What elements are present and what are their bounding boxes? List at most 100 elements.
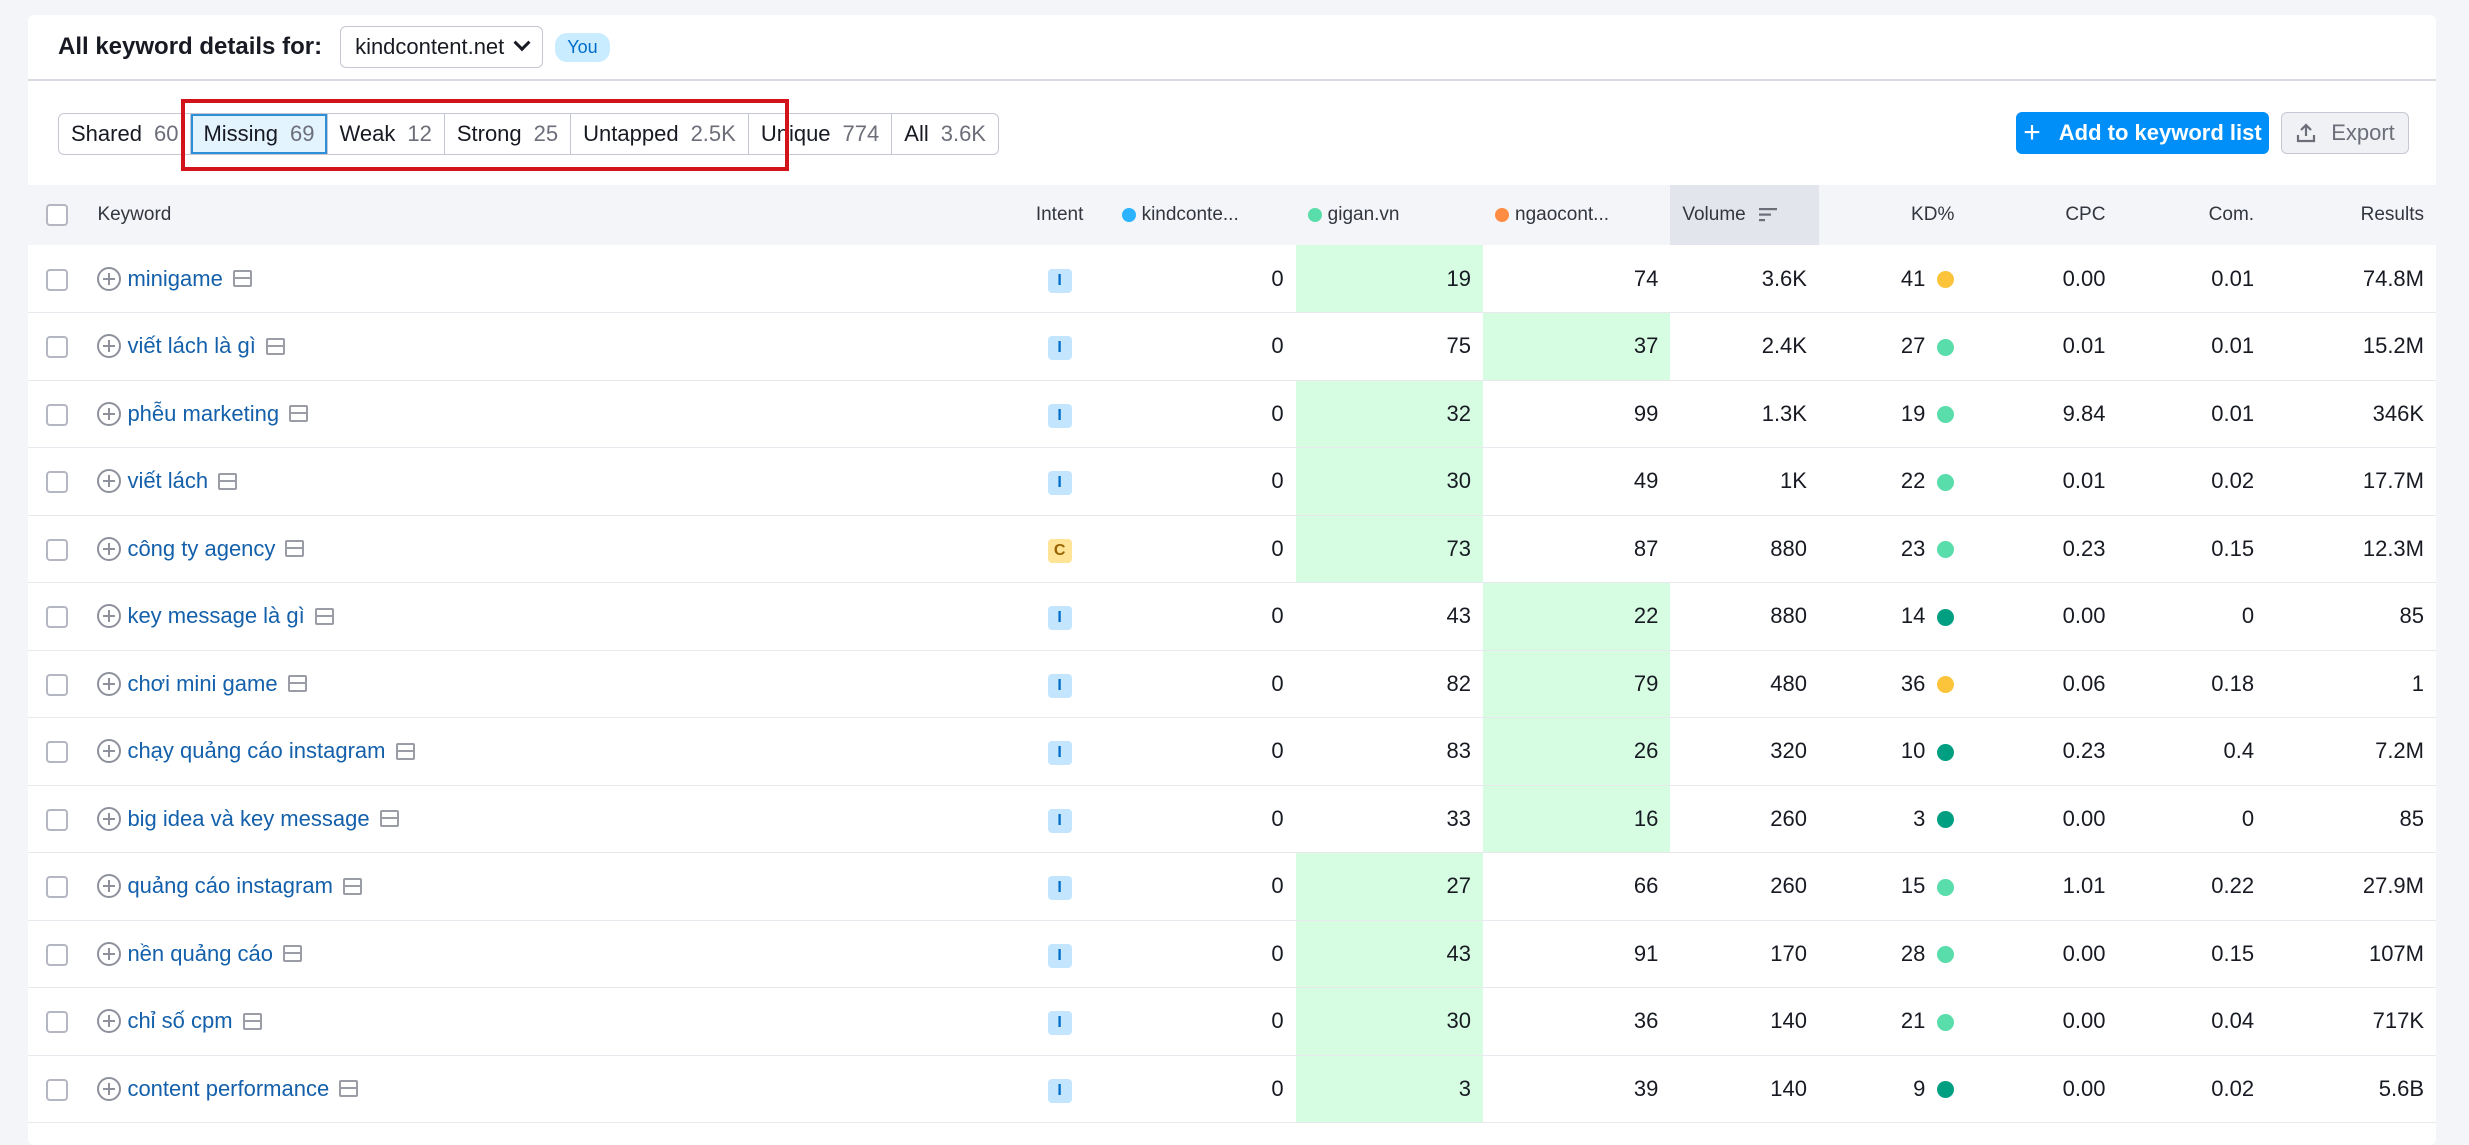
serp-snapshot-icon[interactable] <box>218 472 238 490</box>
tab-count: 60 <box>153 121 179 146</box>
row-checkbox[interactable] <box>45 876 68 899</box>
select-all-cell <box>28 185 86 245</box>
col-kd[interactable]: KD% <box>1818 185 1967 245</box>
row-checkbox[interactable] <box>45 268 68 291</box>
col-domain-3[interactable]: ngaocont... <box>1483 185 1671 245</box>
serp-snapshot-icon[interactable] <box>265 337 285 355</box>
keyword-link[interactable]: viết lách là gì <box>127 333 255 359</box>
keyword-wrapper: viết lách là gì <box>97 333 997 359</box>
add-to-keyword-list-button[interactable]: + Add to keyword list <box>2016 112 2269 154</box>
tab-all[interactable]: All 3.6K <box>892 114 998 154</box>
col-intent[interactable]: Intent <box>1009 185 1110 245</box>
keyword-link[interactable]: nền quảng cáo <box>127 941 273 967</box>
keyword-link[interactable]: phễu marketing <box>127 401 279 427</box>
add-keyword-icon[interactable] <box>97 334 122 359</box>
serp-snapshot-icon[interactable] <box>339 1080 359 1098</box>
tab-strong[interactable]: Strong 25 <box>445 114 572 154</box>
add-keyword-icon[interactable] <box>97 874 122 899</box>
row-checkbox[interactable] <box>45 471 68 494</box>
col-cpc[interactable]: CPC <box>1966 185 2118 245</box>
tab-label: Strong <box>456 121 522 146</box>
domain-2-position: 75 <box>1295 312 1483 381</box>
serp-snapshot-icon[interactable] <box>379 810 399 828</box>
col-com[interactable]: Com. <box>2117 185 2267 245</box>
add-keyword-icon[interactable] <box>97 266 122 291</box>
add-keyword-icon[interactable] <box>97 536 122 561</box>
tab-untapped[interactable]: Untapped 2.5K <box>571 114 749 154</box>
kd-value: 27 <box>1900 333 1926 359</box>
keyword-link[interactable]: key message là gì <box>127 603 304 629</box>
domain-1-position: 0 <box>1109 312 1296 381</box>
table-row: chơi mini game I 0 82 79 480 36 0.06 0.18 1 <box>28 650 2436 718</box>
row-checkbox[interactable] <box>45 1078 68 1101</box>
domain-1-position: 0 <box>1109 650 1296 718</box>
serp-snapshot-icon[interactable] <box>287 675 307 693</box>
keyword-link[interactable]: chỉ số cpm <box>127 1008 232 1034</box>
keyword-table: Keyword Intent kindconte... gigan.vn nga… <box>28 185 2436 1123</box>
serp-snapshot-icon[interactable] <box>232 270 252 287</box>
tab-weak[interactable]: Weak 12 <box>328 114 445 154</box>
row-checkbox[interactable] <box>45 1011 68 1034</box>
col-results[interactable]: Results <box>2266 185 2436 245</box>
domain-select-value: kindcontent.net <box>355 34 505 59</box>
domain-1-position: 0 <box>1109 582 1296 651</box>
row-checkbox[interactable] <box>45 403 68 426</box>
add-keyword-icon[interactable] <box>97 1009 122 1034</box>
keyword-link[interactable]: content performance <box>127 1076 329 1102</box>
tab-unique[interactable]: Unique 774 <box>749 114 893 154</box>
col-domain-1[interactable]: kindconte... <box>1109 185 1296 245</box>
kd-cell: 3 <box>1818 785 1967 853</box>
add-keyword-icon[interactable] <box>97 604 122 629</box>
select-all-checkbox[interactable] <box>45 203 68 226</box>
keyword-link[interactable]: chạy quảng cáo instagram <box>127 738 385 764</box>
domain-select[interactable]: kindcontent.net <box>340 26 544 68</box>
keyword-wrapper: viết lách <box>97 468 997 494</box>
intent-cell: I <box>1009 312 1110 381</box>
serp-snapshot-icon[interactable] <box>289 405 309 423</box>
serp-snapshot-icon[interactable] <box>314 607 334 625</box>
serp-snapshot-icon[interactable] <box>285 540 305 558</box>
row-checkbox[interactable] <box>45 943 68 966</box>
keyword-link[interactable]: chơi mini game <box>127 671 277 697</box>
keyword-link[interactable]: viết lách <box>127 468 208 494</box>
domain-3-position: 36 <box>1483 987 1671 1056</box>
add-keyword-icon[interactable] <box>97 469 122 494</box>
row-select-cell <box>28 650 86 718</box>
keyword-link[interactable]: minigame <box>127 266 222 292</box>
serp-snapshot-icon[interactable] <box>342 877 362 895</box>
add-keyword-icon[interactable] <box>97 671 122 696</box>
kd-dot-icon <box>1937 608 1955 626</box>
add-keyword-icon[interactable] <box>97 401 122 426</box>
keyword-link[interactable]: công ty agency <box>127 536 275 562</box>
col-volume[interactable]: Volume <box>1670 185 1819 245</box>
tab-missing[interactable]: Missing 69 <box>191 114 328 154</box>
tab-count: 2.5K <box>690 121 736 146</box>
domain-1-position: 0 <box>1109 1055 1296 1123</box>
col-keyword[interactable]: Keyword <box>85 185 1010 245</box>
serp-snapshot-icon[interactable] <box>242 1012 262 1030</box>
export-button[interactable]: Export <box>2281 112 2409 154</box>
tab-count: 12 <box>407 121 432 146</box>
com-cell: 0.02 <box>2117 447 2267 516</box>
add-keyword-icon[interactable] <box>97 941 122 966</box>
row-checkbox[interactable] <box>45 808 68 831</box>
domain-3-position: 99 <box>1483 380 1671 448</box>
cpc-cell: 0.00 <box>1966 1055 2118 1123</box>
row-checkbox[interactable] <box>45 741 68 764</box>
kd-value: 28 <box>1900 940 1926 966</box>
col-domain-2[interactable]: gigan.vn <box>1295 185 1483 245</box>
add-keyword-icon[interactable] <box>97 739 122 764</box>
serp-snapshot-icon[interactable] <box>283 945 303 963</box>
add-keyword-icon[interactable] <box>97 806 122 831</box>
serp-snapshot-icon[interactable] <box>395 742 415 760</box>
row-checkbox[interactable] <box>45 538 68 561</box>
tab-shared[interactable]: Shared 60 <box>59 114 192 154</box>
table-row: công ty agency C 0 73 87 880 23 0.23 0.15 12.3M <box>28 515 2436 583</box>
row-checkbox[interactable] <box>45 606 68 629</box>
row-checkbox[interactable] <box>45 673 68 696</box>
keyword-link[interactable]: big idea và key message <box>127 806 369 832</box>
keyword-cell: chỉ số cpm <box>85 987 1010 1056</box>
keyword-link[interactable]: quảng cáo instagram <box>127 873 332 899</box>
row-checkbox[interactable] <box>45 336 68 359</box>
add-keyword-icon[interactable] <box>97 1076 122 1101</box>
